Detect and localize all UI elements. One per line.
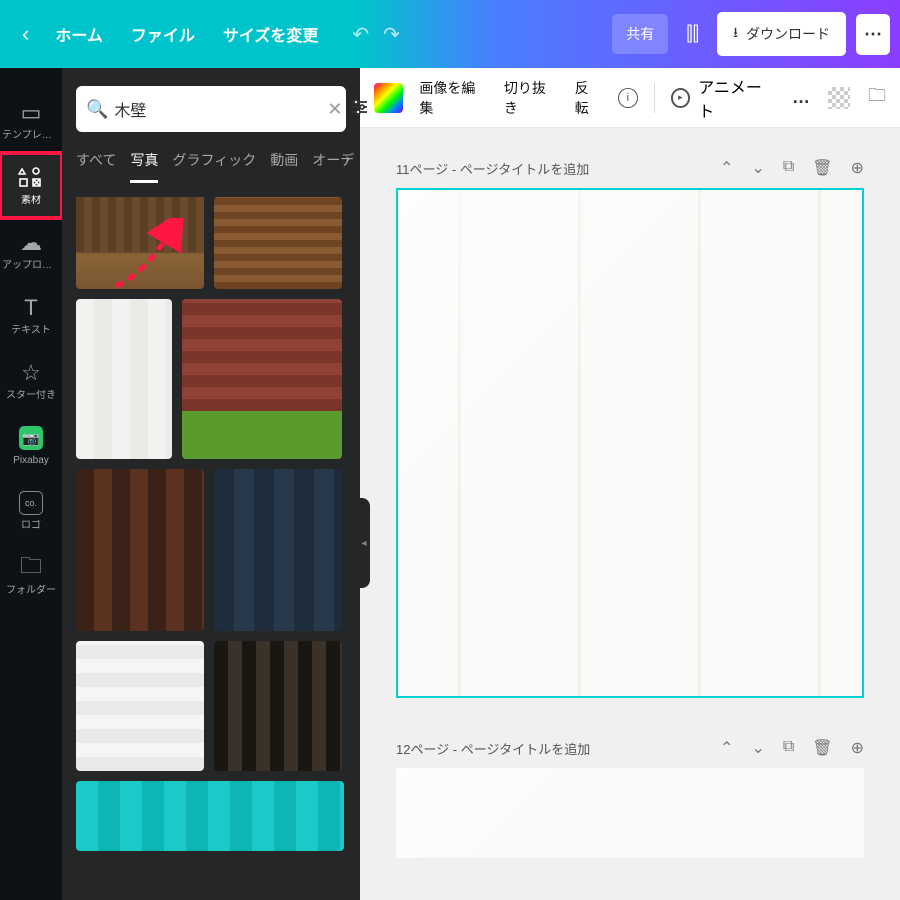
page-canvas[interactable]: [396, 188, 864, 698]
download-button[interactable]: ⭳ ダウンロード: [717, 12, 846, 56]
animate-label: アニメート: [698, 74, 776, 122]
elements-panel: 🔍 ✕ すべて 写真 グラフィック 動画 オーデ ›: [62, 68, 360, 900]
logo-icon: co.: [19, 490, 43, 516]
flip-button[interactable]: 反転: [575, 78, 602, 118]
tab-all[interactable]: すべて: [76, 150, 116, 183]
rail-folder[interactable]: 🗀 フォルダー: [0, 543, 62, 608]
lock-icon[interactable]: 🗀: [868, 83, 886, 113]
upload-icon: ☁: [20, 230, 42, 256]
info-icon[interactable]: i: [618, 88, 638, 108]
rail-text[interactable]: T テキスト: [0, 283, 62, 348]
more-tools-icon[interactable]: …: [792, 87, 812, 108]
color-swatch[interactable]: [374, 83, 403, 113]
rail-logo[interactable]: co. ロゴ: [0, 478, 62, 543]
rail-elements[interactable]: 素材: [0, 153, 62, 218]
crop-button[interactable]: 切り抜き: [504, 78, 559, 118]
asset-thumbnail[interactable]: [76, 197, 204, 289]
home-menu[interactable]: ホーム: [41, 22, 117, 46]
page-down-icon[interactable]: ⌄: [751, 158, 764, 178]
page-title[interactable]: 11ページ - ページタイトルを追加: [396, 159, 720, 178]
asset-thumbnail[interactable]: [214, 641, 342, 771]
separator: [654, 83, 655, 113]
filter-icon[interactable]: [349, 98, 369, 121]
tab-video[interactable]: 動画: [270, 150, 298, 183]
page-canvas[interactable]: [396, 768, 864, 858]
resize-menu[interactable]: サイズを変更: [209, 22, 333, 46]
asset-thumbnail[interactable]: [214, 469, 342, 631]
share-button[interactable]: 共有: [612, 14, 668, 54]
asset-thumbnail[interactable]: [76, 641, 204, 771]
animate-button[interactable]: アニメート: [671, 74, 776, 122]
redo-icon[interactable]: ↷: [383, 22, 400, 47]
side-rail: ▭ テンプレー… 素材 ☁ アップロー… T テキスト ☆ スター付き 📷 Pi…: [0, 68, 62, 900]
page-title[interactable]: 12ページ - ページタイトルを追加: [396, 739, 720, 758]
pixabay-icon: 📷: [19, 425, 43, 451]
duplicate-page-icon[interactable]: ⧉: [783, 158, 794, 178]
download-icon: ⭳: [733, 22, 738, 46]
editor-toolbar: 画像を編集 切り抜き 反転 i アニメート … 🗀: [360, 68, 900, 128]
back-icon[interactable]: ‹: [10, 21, 41, 47]
duplicate-page-icon[interactable]: ⧉: [783, 738, 794, 758]
tab-graphics[interactable]: グラフィック: [172, 150, 256, 183]
asset-tabs: すべて 写真 グラフィック 動画 オーデ ›: [62, 142, 360, 183]
tab-photos[interactable]: 写真: [130, 150, 158, 183]
asset-grid: [62, 183, 360, 900]
add-page-icon[interactable]: ⊕: [851, 738, 864, 758]
search-input[interactable]: [114, 100, 321, 118]
elements-icon: [18, 165, 44, 191]
rail-uploads[interactable]: ☁ アップロー…: [0, 218, 62, 283]
delete-page-icon[interactable]: 🗑: [812, 158, 832, 178]
text-icon: T: [24, 295, 37, 321]
tabs-scroll-right-icon[interactable]: ›: [345, 150, 350, 166]
more-button[interactable]: ⋯: [856, 14, 890, 55]
delete-page-icon[interactable]: 🗑: [812, 738, 832, 758]
file-menu[interactable]: ファイル: [117, 22, 209, 46]
add-page-icon[interactable]: ⊕: [851, 158, 864, 178]
analytics-icon[interactable]: ⫿⫿: [678, 23, 707, 46]
search-box: 🔍 ✕: [76, 86, 346, 132]
page-up-icon[interactable]: ⌃: [720, 158, 733, 178]
pages-scroll[interactable]: 11ページ - ページタイトルを追加 ⌃ ⌄ ⧉ 🗑 ⊕ 12ページ - ページ…: [360, 128, 900, 900]
undo-icon[interactable]: ↶: [352, 22, 369, 47]
asset-thumbnail[interactable]: [182, 299, 342, 459]
edit-image-button[interactable]: 画像を編集: [419, 78, 488, 118]
asset-thumbnail[interactable]: [214, 197, 342, 289]
search-icon: 🔍: [86, 99, 108, 120]
asset-thumbnail[interactable]: [76, 299, 172, 459]
transparency-icon[interactable]: [828, 87, 850, 109]
canvas-area: 画像を編集 切り抜き 反転 i アニメート … 🗀 11ページ - ページタイト…: [360, 68, 900, 900]
clear-icon[interactable]: ✕: [327, 99, 342, 120]
asset-thumbnail[interactable]: [76, 781, 344, 851]
star-icon: ☆: [21, 360, 41, 386]
download-label: ダウンロード: [746, 24, 830, 44]
top-bar: ‹ ホーム ファイル サイズを変更 ↶ ↷ 共有 ⫿⫿ ⭳ ダウンロード ⋯: [0, 0, 900, 68]
page-up-icon[interactable]: ⌃: [720, 738, 733, 758]
rail-starred[interactable]: ☆ スター付き: [0, 348, 62, 413]
page-down-icon[interactable]: ⌄: [751, 738, 764, 758]
rail-pixabay[interactable]: 📷 Pixabay: [0, 413, 62, 478]
page-block: 11ページ - ページタイトルを追加 ⌃ ⌄ ⧉ 🗑 ⊕: [396, 158, 864, 698]
collapse-panel-icon[interactable]: ◂: [358, 498, 370, 588]
rail-templates[interactable]: ▭ テンプレー…: [0, 88, 62, 153]
animate-icon: [671, 88, 691, 108]
asset-thumbnail[interactable]: [76, 469, 204, 631]
folder-icon: 🗀: [20, 555, 42, 581]
templates-icon: ▭: [21, 100, 42, 126]
page-block: 12ページ - ページタイトルを追加 ⌃ ⌄ ⧉ 🗑 ⊕: [396, 738, 864, 858]
